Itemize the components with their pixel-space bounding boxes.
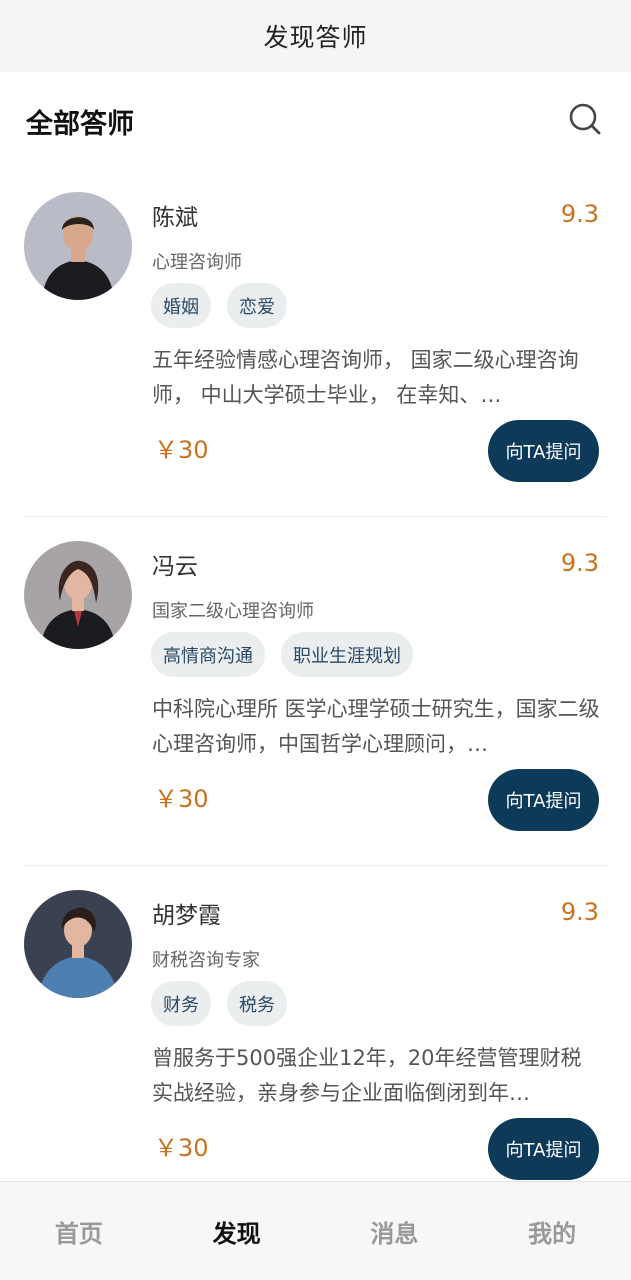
counselor-description: 五年经验情感心理咨询师， 国家二级心理咨询师， 中山大学硕士毕业， 在幸知、… <box>152 348 579 407</box>
rating-score: 9.3 <box>560 200 599 228</box>
tab-home[interactable]: 首页 <box>0 1182 158 1280</box>
counselor-role: 财税咨询专家 <box>152 950 260 971</box>
counselor-name: 胡梦霞 <box>152 903 221 929</box>
counselor-role: 国家二级心理咨询师 <box>152 601 314 622</box>
tab-messages[interactable]: 消息 <box>316 1182 474 1280</box>
tag-list: 高情商沟通 职业生涯规划 <box>151 632 413 677</box>
tab-discover[interactable]: 发现 <box>158 1182 316 1280</box>
rating-score: 9.3 <box>560 898 599 926</box>
counselor-description: 中科院心理所 医学心理学硕士研究生，国家二级心理咨询师，中国哲学心理顾问，… <box>152 697 600 756</box>
top-navigation-bar: 发现答师 <box>0 0 631 72</box>
tag[interactable]: 婚姻 <box>151 283 211 328</box>
tag[interactable]: 恋爱 <box>227 283 287 328</box>
section-header: 全部答师 <box>0 72 631 168</box>
tag[interactable]: 税务 <box>227 981 287 1026</box>
ask-button[interactable]: 向TA提问 <box>488 420 599 482</box>
tab-mine[interactable]: 我的 <box>473 1182 631 1280</box>
tag-list: 婚姻 恋爱 <box>151 283 287 328</box>
tag[interactable]: 高情商沟通 <box>151 632 265 677</box>
tag-list: 财务 税务 <box>151 981 287 1026</box>
rating-score: 9.3 <box>560 549 599 577</box>
ask-button[interactable]: 向TA提问 <box>488 1118 599 1180</box>
price: ￥30 <box>154 1134 209 1162</box>
avatar[interactable] <box>24 890 132 998</box>
search-icon <box>569 103 601 135</box>
counselor-card[interactable]: 陈斌 9.3 心理咨询师 婚姻 恋爱 五年经验情感心理咨询师， 国家二级心理咨询… <box>0 168 631 517</box>
bottom-tab-bar: 首页 发现 消息 我的 <box>0 1181 631 1280</box>
counselor-name: 陈斌 <box>152 205 198 231</box>
search-button[interactable] <box>566 100 604 138</box>
ask-button[interactable]: 向TA提问 <box>488 769 599 831</box>
price: ￥30 <box>154 785 209 813</box>
counselor-card[interactable]: 冯云 9.3 国家二级心理咨询师 高情商沟通 职业生涯规划 中科院心理所 医学心… <box>0 517 631 866</box>
tag[interactable]: 财务 <box>151 981 211 1026</box>
counselor-role: 心理咨询师 <box>152 252 242 273</box>
price: ￥30 <box>154 436 209 464</box>
section-title: 全部答师 <box>26 109 134 140</box>
counselor-name: 冯云 <box>152 554 198 580</box>
counselor-description: 曾服务于500强企业12年，20年经营管理财税实战经验，亲身参与企业面临倒闭到年… <box>152 1046 582 1105</box>
page-title: 发现答师 <box>263 23 368 52</box>
avatar[interactable] <box>24 541 132 649</box>
avatar[interactable] <box>24 192 132 300</box>
counselor-card[interactable]: 胡梦霞 9.3 财税咨询专家 财务 税务 曾服务于500强企业12年，20年经营… <box>0 866 631 1215</box>
tag[interactable]: 职业生涯规划 <box>281 632 413 677</box>
